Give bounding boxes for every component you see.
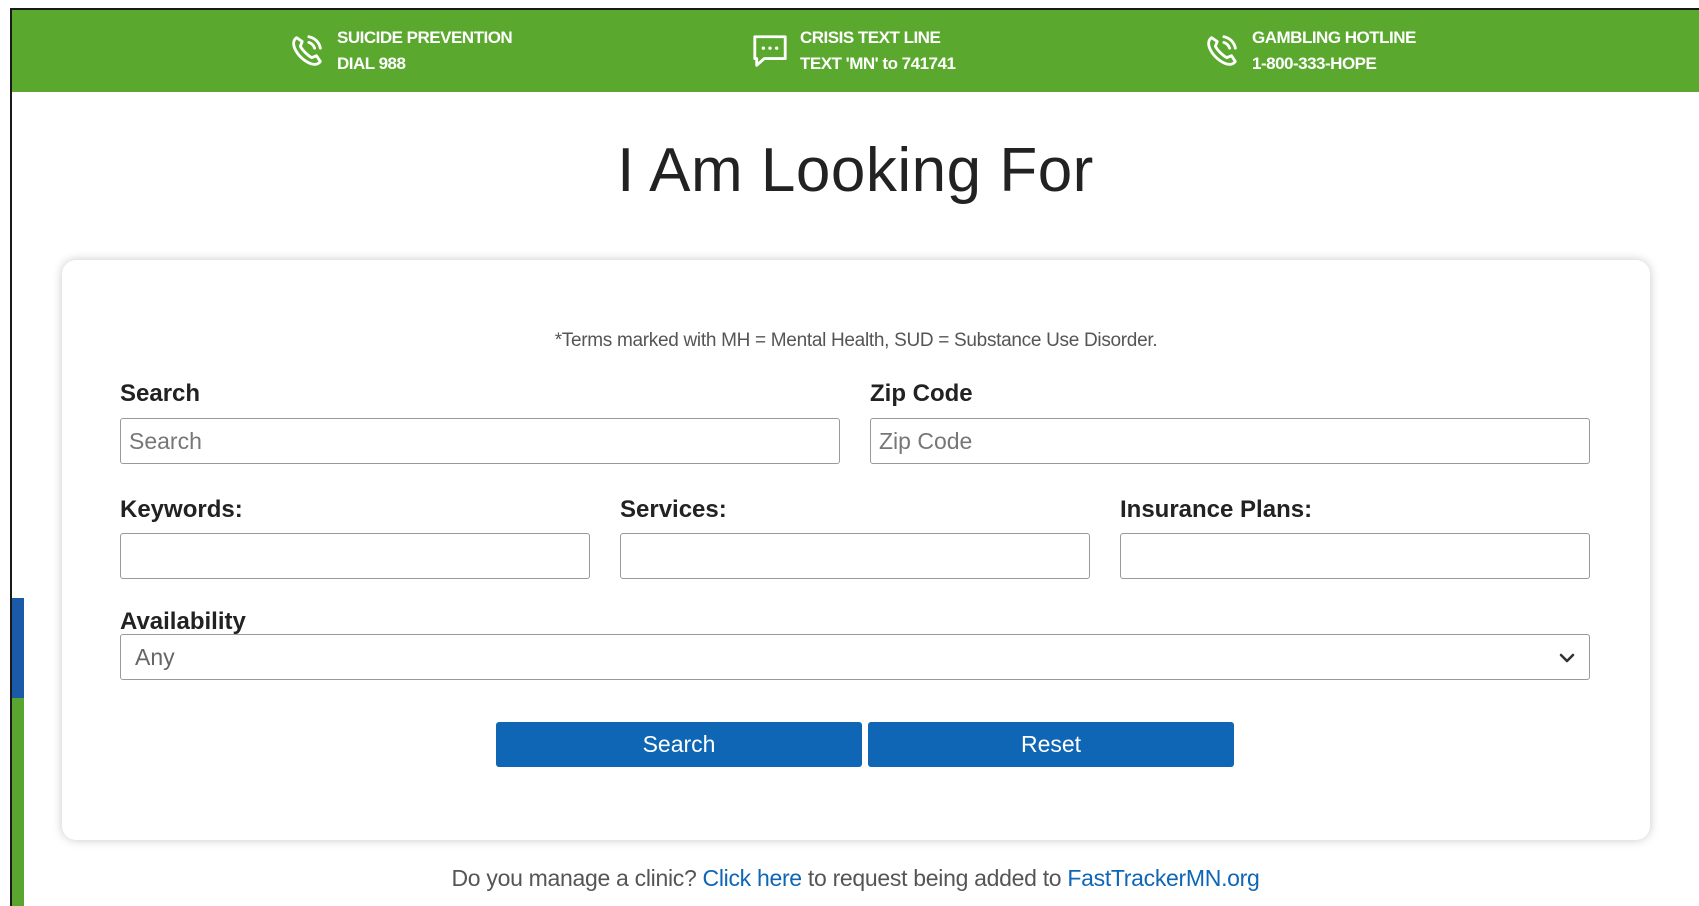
keywords-input[interactable] (120, 533, 590, 579)
page-title: I Am Looking For (617, 136, 1094, 205)
phone-icon (287, 31, 327, 71)
chevron-down-icon (1557, 647, 1577, 667)
search-form-card: *Terms marked with MH = Mental Health, S… (62, 260, 1650, 840)
search-label: Search (120, 380, 201, 407)
hotline-suicide-prevention[interactable]: SUICIDE PREVENTION DIAL 988 (287, 10, 513, 92)
availability-select[interactable]: Any (120, 634, 1590, 680)
insurance-plans-label: Insurance Plans: (1120, 496, 1313, 523)
fasttrackermn-link[interactable]: FastTrackerMN.org (1067, 865, 1259, 891)
phone-icon (1202, 31, 1242, 71)
crisis-hotline-bar: SUICIDE PREVENTION DIAL 988 CRISIS TEXT … (12, 10, 1699, 92)
hotline-number: TEXT 'MN' to 741741 (800, 54, 956, 73)
terms-note: *Terms marked with MH = Mental Health, S… (554, 330, 1158, 351)
zip-code-input[interactable] (870, 418, 1590, 464)
footer-middle: to request being added to (807, 865, 1062, 891)
clinic-request-text: Do you manage a clinic? Click here to re… (12, 865, 1699, 892)
services-input[interactable] (620, 533, 1090, 579)
hotline-gambling[interactable]: GAMBLING HOTLINE 1-800-333-HOPE (1202, 10, 1416, 92)
hotline-number: DIAL 988 (337, 54, 406, 73)
hotline-crisis-text[interactable]: CRISIS TEXT LINE TEXT 'MN' to 741741 (750, 10, 956, 92)
search-button[interactable]: Search (496, 722, 862, 767)
search-input[interactable] (120, 418, 840, 464)
hotline-number: 1-800-333-HOPE (1252, 54, 1377, 73)
hotline-title: CRISIS TEXT LINE (800, 28, 941, 47)
side-accent-decoration (12, 598, 24, 906)
reset-button[interactable]: Reset (868, 722, 1234, 767)
availability-selected-value: Any (135, 643, 175, 670)
availability-label: Availability (120, 608, 246, 635)
hotline-title: GAMBLING HOTLINE (1252, 28, 1416, 47)
chat-icon (750, 31, 790, 71)
page-frame: SUICIDE PREVENTION DIAL 988 CRISIS TEXT … (10, 8, 1699, 906)
hotline-title: SUICIDE PREVENTION (337, 28, 513, 47)
click-here-link[interactable]: Click here (703, 865, 803, 891)
services-label: Services: (620, 496, 727, 523)
footer-prefix: Do you manage a clinic? (451, 865, 697, 891)
zip-code-label: Zip Code (870, 380, 973, 407)
keywords-label: Keywords: (120, 496, 243, 523)
insurance-plans-input[interactable] (1120, 533, 1590, 579)
